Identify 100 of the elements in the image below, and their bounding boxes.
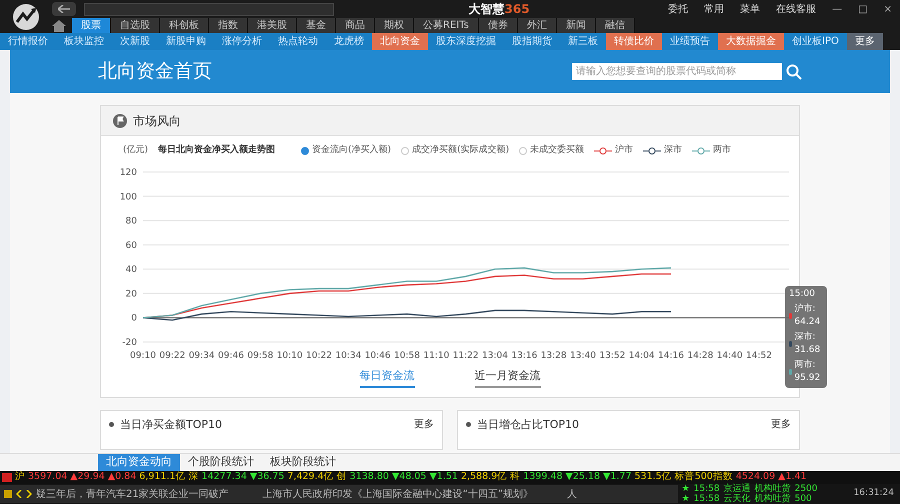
x-tick-label: 10:34 — [335, 350, 362, 360]
ticker-text: 7,429.4亿 — [287, 470, 334, 484]
ticker-text: ▼25.18 — [566, 470, 600, 484]
close-button[interactable]: × — [880, 2, 896, 16]
maximize-button[interactable]: □ — [854, 2, 872, 16]
bottom-tab[interactable]: 北向资金动向 — [98, 454, 180, 471]
mode-radio[interactable]: 资金流向(净买入额) — [301, 144, 392, 158]
chevron-left-icon[interactable] — [16, 490, 22, 498]
x-tick-label: 11:10 — [423, 350, 450, 360]
tooltip-value: 两市: 95.92 — [794, 358, 822, 385]
panel-title: 当日增仓占比TOP10 — [477, 417, 580, 433]
ticker-text: 6,911.1亿 — [139, 470, 186, 484]
ticker-text: 531.5亿 — [634, 470, 672, 484]
ticker-text: 标普500指数 — [674, 470, 733, 484]
flag-icon — [113, 114, 127, 128]
market-tab[interactable]: 债券 — [478, 18, 518, 33]
market-tab[interactable]: 融信 — [596, 18, 635, 33]
more-link[interactable]: 更多 — [414, 417, 434, 432]
chart-title: 每日北向资金净买入额走势图 — [158, 144, 276, 157]
ticker-text: 1399.48 — [523, 470, 563, 484]
alert-time: 15:58 — [694, 494, 720, 504]
x-tick-label: 10:10 — [276, 350, 303, 360]
market-tab[interactable]: 自选股 — [111, 18, 160, 33]
ticker-text: ▲1.41 — [778, 470, 807, 484]
ticker-text: 4524.09 — [736, 470, 776, 484]
market-tab[interactable]: 公募REITs — [414, 18, 479, 33]
panel-title: 当日净买金额TOP10 — [120, 417, 224, 433]
market-tab[interactable]: 基金 — [297, 18, 336, 33]
market-tab[interactable]: 指数 — [209, 18, 248, 33]
tooltip-value: 沪市: 64.24 — [794, 302, 822, 329]
clock: 16:31:24 — [852, 487, 895, 500]
ticker-text: ▼1.77 — [603, 470, 632, 484]
x-tick-label: 13:28 — [540, 350, 567, 360]
mode-radio[interactable]: 成交净买额(实际成交额) — [401, 144, 510, 158]
sub-nav-item[interactable]: 更多 — [846, 33, 883, 50]
market-tab[interactable]: 科创板 — [160, 18, 209, 33]
back-button[interactable] — [52, 2, 76, 16]
chevron-right-icon[interactable] — [26, 490, 32, 498]
alert-volume: 500 — [794, 494, 812, 504]
news-headline[interactable]: 上海市人民政府印发《上海国际金融中心建设“十四五”规划》 — [262, 486, 534, 502]
y-tick-label: 120 — [120, 168, 137, 178]
menu-item[interactable]: 菜单 — [736, 2, 764, 16]
search-field[interactable]: 请输入您想要查询的股票代码或简称 — [572, 63, 782, 80]
legend-label: 深市 — [664, 144, 682, 157]
x-tick-label: 13:52 — [599, 350, 626, 360]
x-tick-label: 13:16 — [511, 350, 538, 360]
chart-tab[interactable]: 每日资金流 — [360, 368, 414, 388]
search-icon[interactable] — [786, 64, 802, 80]
tooltip-value: 深市: 31.68 — [794, 330, 822, 357]
minimize-button[interactable]: — — [828, 2, 846, 16]
chart-tab[interactable]: 近一月资金流 — [474, 368, 540, 388]
alert-stock: 云天化 — [724, 494, 751, 504]
back-arrow-icon — [58, 5, 70, 13]
x-tick-label: 09:22 — [159, 350, 186, 360]
y-tick-label: 60 — [126, 240, 137, 250]
market-tab[interactable]: 股票 — [72, 18, 111, 33]
alert-time: 15:58 — [694, 484, 720, 494]
bottom-tab[interactable]: 板块阶段统计 — [262, 454, 344, 471]
news-headline[interactable]: 人 — [567, 486, 578, 502]
bullet-icon — [466, 422, 471, 427]
address-field[interactable] — [84, 2, 334, 16]
ticker-text: 科 — [510, 470, 520, 484]
market-tab[interactable]: 商品 — [336, 18, 375, 33]
market-tab[interactable]: 港美股 — [248, 18, 297, 33]
mode-radio[interactable]: 未成交委买额 — [519, 144, 584, 158]
x-tick-label: 14:28 — [687, 350, 714, 360]
y-tick-label: 100 — [120, 192, 137, 202]
notice-icon — [4, 490, 12, 498]
alert-stock: 京运通 — [724, 484, 751, 494]
y-tick-label: 80 — [126, 216, 137, 226]
ticker-text: ▼36.75 — [250, 470, 284, 484]
alert-volume: 2500 — [794, 484, 818, 494]
market-tab[interactable]: 新闻 — [556, 18, 596, 33]
menu-item[interactable]: 常用 — [700, 2, 728, 16]
news-headline[interactable]: 疑三年后，青年汽车21家关联企业一同破产 — [36, 486, 229, 502]
market-tab[interactable]: 期权 — [375, 18, 414, 33]
y-tick-label: 20 — [126, 288, 137, 299]
ticker-text: 深 — [188, 470, 199, 484]
ticker-text: 2,588.9亿 — [460, 470, 508, 484]
x-tick-label: 09:58 — [247, 350, 274, 360]
ticker-text: 沪 — [15, 470, 25, 484]
market-icon — [2, 473, 12, 482]
x-tick-label: 14:40 — [716, 350, 743, 360]
x-tick-label: 13:04 — [482, 350, 508, 360]
bottom-tab[interactable]: 个股阶段统计 — [180, 454, 262, 471]
menu-item[interactable]: 委托 — [664, 2, 692, 16]
ticker-text: 14277.34 — [202, 470, 247, 484]
star-icon: ★ — [682, 494, 690, 504]
market-tab[interactable]: 外汇 — [518, 18, 557, 33]
star-icon: ★ — [682, 484, 690, 494]
menu-item[interactable]: 在线客服 — [772, 2, 820, 16]
x-tick-label: 10:58 — [394, 350, 420, 360]
x-tick-label: 11:22 — [452, 350, 479, 360]
app-title: 大智慧365 — [468, 1, 530, 18]
x-tick-label: 14:16 — [658, 350, 684, 360]
alert-action: 机构吐货 — [754, 494, 791, 504]
ticker-text: 3597.04 — [28, 470, 68, 484]
more-link[interactable]: 更多 — [771, 417, 791, 432]
x-tick-label: 14:04 — [628, 350, 655, 360]
ticker-text: ▼48.05 — [392, 470, 426, 484]
